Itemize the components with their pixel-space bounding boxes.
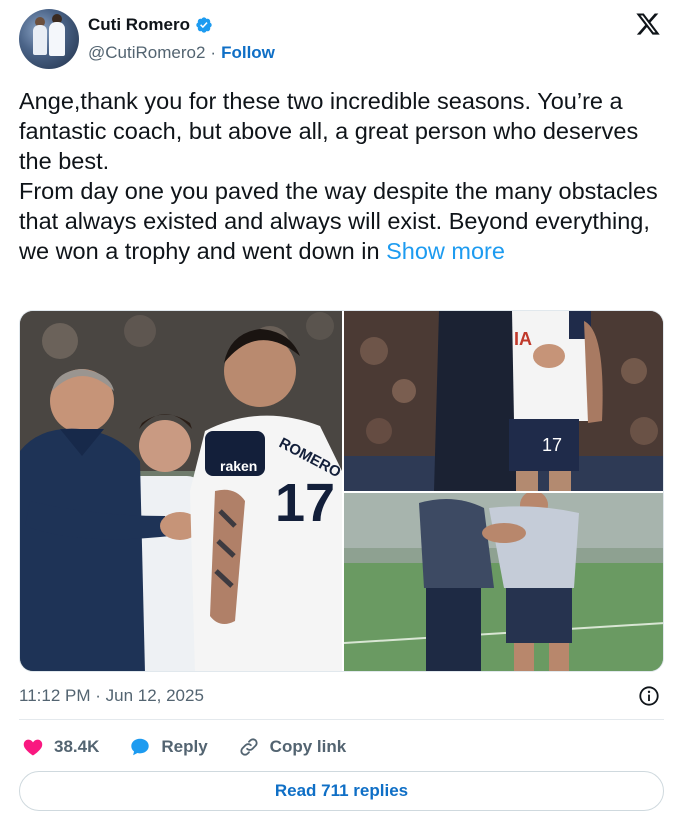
author-handle-row: @CutiRomero2 · Follow <box>88 43 275 63</box>
follow-button[interactable]: Follow <box>221 43 275 63</box>
x-logo-icon[interactable] <box>634 11 662 37</box>
photo-bottom-right-illustration <box>344 493 663 671</box>
photo-coach-player-embrace[interactable]: 17 IA <box>344 311 663 491</box>
photo-training-hug[interactable] <box>344 493 663 671</box>
info-icon[interactable] <box>638 685 660 707</box>
photo-left-jersey-number: 17 <box>275 473 335 533</box>
tweet-paragraph-1: Ange,thank you for these two incredible … <box>19 88 639 174</box>
avatar[interactable] <box>19 9 79 69</box>
reply-label: Reply <box>161 737 208 756</box>
photo-top-right-sponsor: IA <box>514 329 532 349</box>
verified-badge-icon <box>196 17 212 33</box>
reply-button[interactable]: Reply <box>129 736 208 758</box>
media-grid[interactable]: 17 raken ROMERO 17 IA <box>19 310 664 672</box>
heart-icon <box>23 739 43 756</box>
tweet-paragraph-2: From day one you paved the way despite t… <box>19 176 659 266</box>
author-name-row: Cuti Romero <box>88 15 213 35</box>
action-bar: 38.4K Reply Copy link <box>22 734 376 760</box>
photo-coach-player-handshake[interactable]: 17 raken ROMERO <box>20 311 342 671</box>
tweet-embed-card: Cuti Romero @CutiRomero2 · Follow Ange,t… <box>0 0 681 827</box>
photo-top-right-illustration: 17 IA <box>344 311 663 491</box>
copy-link-label: Copy link <box>269 737 347 756</box>
avatar-figure <box>33 25 47 55</box>
read-replies-button[interactable]: Read 711 replies <box>19 771 664 811</box>
author-handle[interactable]: @CutiRomero2 <box>88 43 205 63</box>
photo-left-sponsor: raken <box>220 458 257 474</box>
photo-top-right-jersey-number: 17 <box>542 435 562 455</box>
divider <box>19 719 664 720</box>
photo-left-illustration: 17 raken ROMERO <box>20 311 342 671</box>
tweet-text: Ange,thank you for these two incredible … <box>19 86 659 266</box>
author-display-name[interactable]: Cuti Romero <box>88 15 190 35</box>
link-icon <box>240 738 258 756</box>
separator-dot: · <box>210 43 217 62</box>
tweet-paragraph-2-text: From day one you paved the way despite t… <box>19 178 658 264</box>
avatar-figure <box>49 22 65 56</box>
tweet-timestamp[interactable]: 11:12 PM · Jun 12, 2025 <box>19 686 204 706</box>
speech-bubble-icon <box>131 738 150 756</box>
show-more-link[interactable]: Show more <box>386 238 505 264</box>
copy-link-button[interactable]: Copy link <box>238 736 347 758</box>
like-count: 38.4K <box>54 737 100 756</box>
like-button[interactable]: 38.4K <box>22 736 99 758</box>
